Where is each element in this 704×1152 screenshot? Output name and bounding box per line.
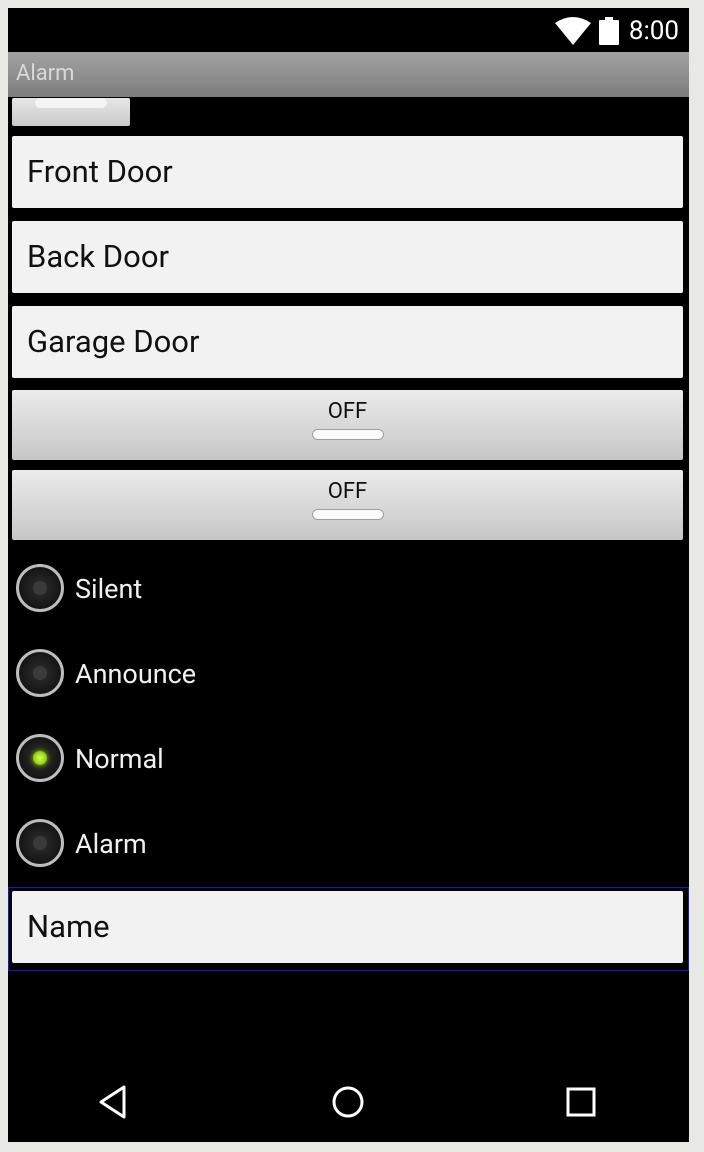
toggle-label: OFF bbox=[327, 399, 368, 424]
title-bar: Alarm bbox=[8, 52, 689, 97]
front-door-field[interactable]: Front Door bbox=[12, 136, 683, 208]
partially-visible-button[interactable] bbox=[12, 98, 130, 126]
wifi-icon bbox=[554, 17, 591, 45]
navigation-bar bbox=[8, 1062, 689, 1142]
back-door-field[interactable]: Back Door bbox=[12, 221, 683, 293]
radio-announce[interactable]: Announce bbox=[8, 646, 689, 706]
toggle-indicator bbox=[311, 509, 384, 520]
toggle-button-2[interactable]: OFF bbox=[12, 470, 683, 540]
garage-door-field[interactable]: Garage Door bbox=[12, 306, 683, 378]
toggle-indicator bbox=[311, 429, 384, 440]
radio-label: Normal bbox=[75, 743, 164, 775]
status-icons: 8:00 bbox=[554, 16, 679, 46]
radio-silent[interactable]: Silent bbox=[8, 561, 689, 621]
toggle-button-1[interactable]: OFF bbox=[12, 390, 683, 460]
radio-dot-checked bbox=[33, 751, 47, 765]
status-bar: 8:00 bbox=[8, 8, 689, 52]
name-field[interactable]: Name bbox=[12, 891, 683, 963]
home-icon[interactable] bbox=[323, 1082, 373, 1122]
battery-icon bbox=[598, 17, 619, 45]
back-icon[interactable] bbox=[89, 1082, 139, 1122]
radio-label: Silent bbox=[75, 573, 143, 605]
radio-normal[interactable]: Normal bbox=[8, 731, 689, 791]
toggle-label: OFF bbox=[327, 479, 368, 504]
radio-button[interactable] bbox=[16, 564, 64, 612]
app-title: Alarm bbox=[16, 61, 75, 86]
radio-dot bbox=[33, 581, 47, 595]
radio-dot bbox=[33, 836, 47, 850]
radio-dot bbox=[33, 666, 47, 680]
radio-alarm[interactable]: Alarm bbox=[8, 816, 689, 876]
radio-label: Announce bbox=[75, 658, 197, 690]
radio-label: Alarm bbox=[75, 828, 147, 860]
status-time: 8:00 bbox=[628, 16, 679, 46]
recents-icon[interactable] bbox=[556, 1082, 606, 1122]
device-screen: 8:00 Alarm Front Door Back Door Garage D… bbox=[8, 8, 689, 1142]
radio-button[interactable] bbox=[16, 819, 64, 867]
button-indicator bbox=[35, 98, 107, 108]
radio-button[interactable] bbox=[16, 734, 64, 782]
radio-button[interactable] bbox=[16, 649, 64, 697]
